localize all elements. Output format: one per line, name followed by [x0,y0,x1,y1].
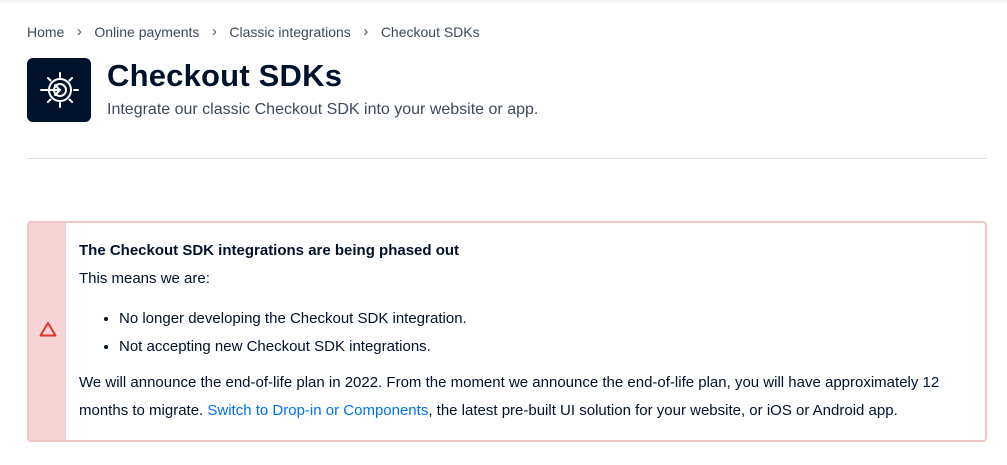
breadcrumb-online-payments[interactable]: Online payments [94,24,199,40]
breadcrumb: Home › Online payments › Classic integra… [27,23,480,40]
switch-to-dropin-link[interactable]: Switch to Drop-in or Components [207,402,428,419]
alert-side-bar [29,223,66,440]
alert-body: The Checkout SDK integrations are being … [66,223,985,440]
list-item: No longer developing the Checkout SDK in… [119,309,971,329]
breadcrumb-separator: › [363,23,369,40]
top-shadow [0,0,1007,4]
breadcrumb-separator: › [76,23,82,40]
alert-list: No longer developing the Checkout SDK in… [79,309,971,357]
breadcrumb-home[interactable]: Home [27,24,64,40]
list-item: Not accepting new Checkout SDK integrati… [119,337,971,357]
breadcrumb-checkout-sdks: Checkout SDKs [380,23,480,40]
page-title: Checkout SDKs [107,58,343,93]
alert-paragraph: We will announce the end-of-life plan in… [79,369,971,425]
page-subtitle: Integrate our classic Checkout SDK into … [107,101,539,118]
alert-text-after-link: , the latest pre-built UI solution for y… [428,402,898,419]
breadcrumb-classic-integrations[interactable]: Classic integrations [229,24,350,40]
target-arrow-icon [27,58,91,122]
alert-title: The Checkout SDK integrations are being … [79,242,460,259]
breadcrumb-separator: › [211,23,217,40]
alert-intro: This means we are: [79,270,210,287]
warning-alert: The Checkout SDK integrations are being … [27,221,987,442]
warning-triangle-icon [39,321,57,342]
divider [27,158,987,159]
